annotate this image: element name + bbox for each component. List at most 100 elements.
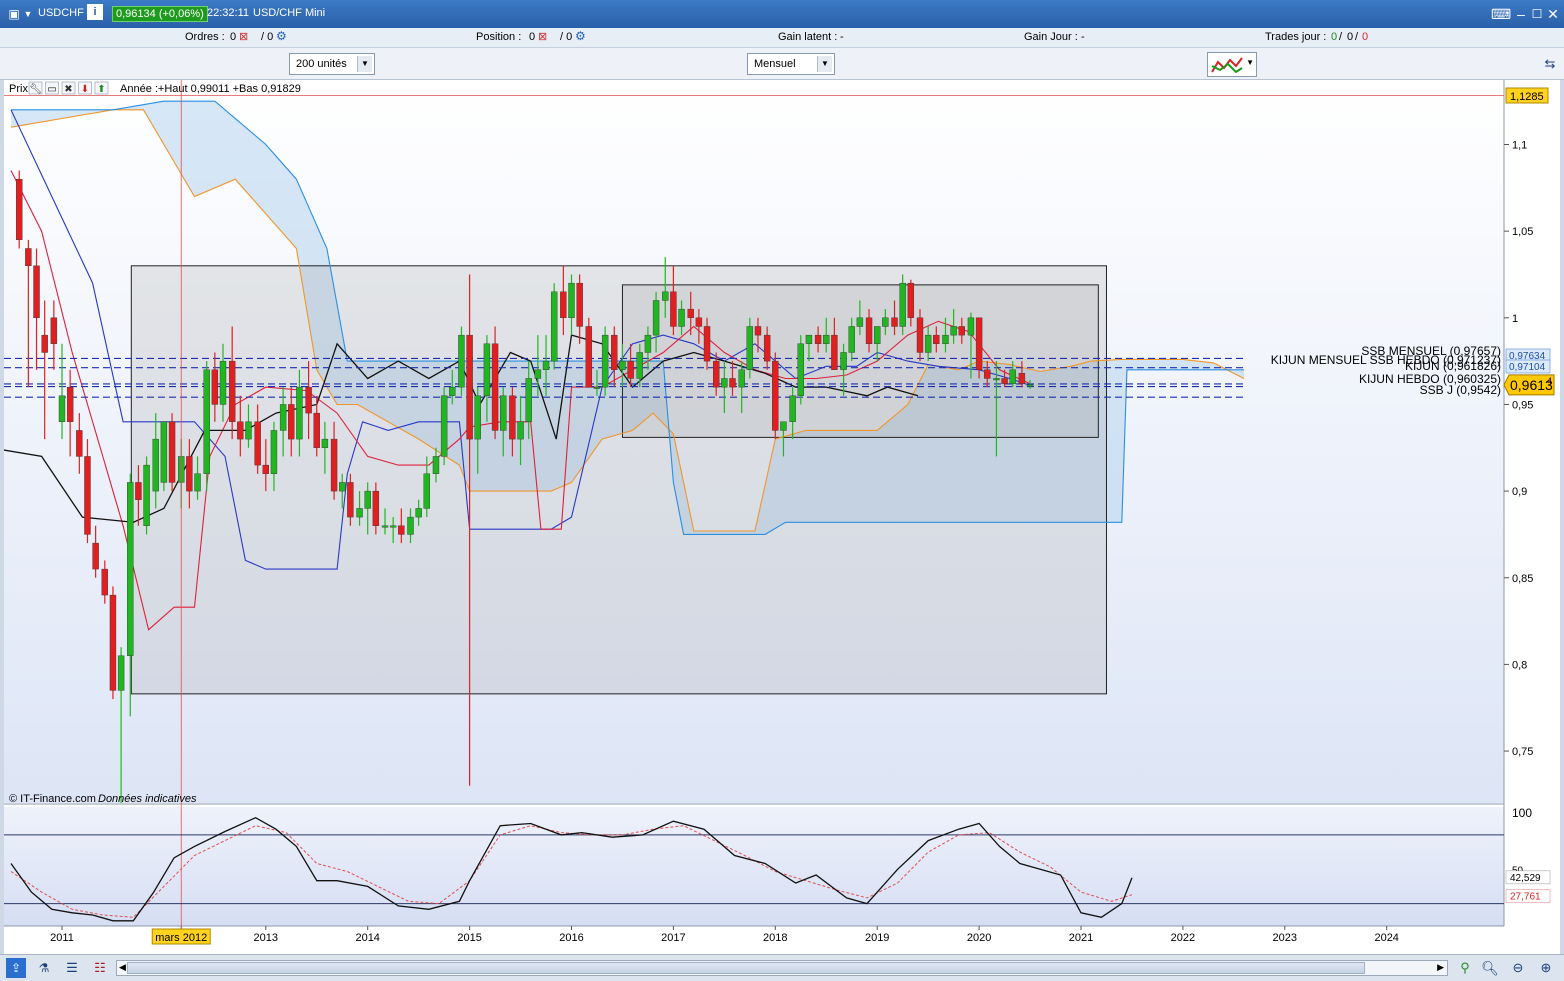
zoom-select-icon[interactable]: 🔍︎ [1480, 958, 1500, 978]
price-tick-label: 1,05 [1512, 226, 1533, 238]
candle-body [16, 178, 23, 241]
candle-body [534, 369, 542, 379]
window-icon: ▭ [47, 84, 56, 95]
candle-body [270, 430, 278, 474]
candle-body [296, 386, 303, 440]
share-icon[interactable]: ⇪ [6, 958, 26, 978]
candle-body [754, 326, 762, 336]
candle-body [712, 360, 720, 388]
candle-body [975, 317, 983, 370]
orders-label: Ordres : [185, 31, 225, 43]
price-tick-label: 0,95 [1512, 399, 1533, 411]
time-tick-label: 2017 [661, 932, 685, 944]
period-select[interactable]: Mensuel ▼ [747, 53, 835, 75]
candle-body [466, 334, 473, 440]
zoom-fit-icon[interactable]: ⚲ [1455, 958, 1475, 978]
candle-body [372, 490, 380, 526]
indicator-icon[interactable]: ⚗ [34, 958, 54, 978]
candle-body [168, 421, 176, 483]
candle-body [840, 352, 847, 370]
scroll-right-icon[interactable]: ▶ [1437, 962, 1444, 973]
candle-body [423, 473, 431, 509]
oscillator-panel-bg [4, 807, 1504, 926]
zoom-in-icon[interactable]: ⊕ [1536, 958, 1556, 978]
candle-body [636, 352, 643, 379]
chart-legend: Année :+Haut 0,99011 +Bas 0,91829 [120, 83, 301, 95]
candle-body [432, 456, 440, 474]
candle-body [1001, 378, 1008, 384]
candle-body [389, 525, 397, 528]
horizontal-scrollbar[interactable]: ◀ ▶ [116, 960, 1448, 976]
dropdown-arrow-icon[interactable]: ▼ [18, 4, 38, 24]
candle-body [109, 594, 117, 691]
chart-area[interactable]: SSB MENSUEL (0,97657) KIJUN MENSUEL SSB H… [4, 80, 1560, 954]
position-cancel-icon[interactable]: ⊠ [538, 30, 547, 43]
candle-body [958, 326, 965, 336]
gain-latent-value: - [840, 31, 844, 43]
osc-value-main: 42,529 [1510, 873, 1541, 884]
zoom-out-icon[interactable]: ⊖ [1508, 958, 1528, 978]
candle-body [560, 291, 567, 318]
candle-body [652, 300, 660, 336]
time-label: 22:32:11 [207, 7, 250, 19]
candle-body [967, 317, 975, 336]
list-icon[interactable]: ☰ [62, 958, 82, 978]
candle-body [474, 395, 481, 440]
candle-body [780, 421, 787, 431]
quantity-select[interactable]: 200 unités ▼ [289, 53, 375, 75]
candle-body [305, 386, 312, 414]
candle-body [211, 369, 219, 405]
candle-body [644, 334, 652, 353]
instrument-label: USD/CHF Mini [253, 7, 326, 19]
time-tick-label: 2024 [1374, 932, 1398, 944]
candle-body [729, 378, 736, 388]
period-select-value: Mensuel [754, 58, 796, 70]
price-tick-label: 1 [1512, 313, 1518, 325]
info-icon[interactable]: i [87, 4, 103, 20]
scrollbar-thumb[interactable] [127, 962, 1365, 974]
candle-body [245, 421, 252, 440]
price-tick-label: 1,1 [1512, 140, 1527, 152]
candle-body [542, 360, 550, 370]
candle-body [203, 369, 210, 474]
symbol-label: USDCHF [38, 7, 84, 19]
position-settings-icon[interactable]: ⚙ [575, 29, 586, 43]
orders-list-icon[interactable]: ☷ [90, 958, 110, 978]
candle-body [525, 378, 532, 422]
side-panel-toggle-icon[interactable]: ⇆ [1540, 54, 1560, 74]
keyboard-icon[interactable]: ⌨ [1491, 4, 1511, 24]
price-chart[interactable]: SSB MENSUEL (0,97657)KIJUN MENSUEL SSB H… [4, 80, 1560, 954]
scroll-left-icon[interactable]: ◀ [119, 962, 126, 973]
chevron-down-icon[interactable]: ▼ [1246, 58, 1254, 67]
candle-body [874, 326, 881, 344]
candle-body [117, 655, 125, 691]
chart-style-button[interactable]: ▼ [1207, 52, 1257, 77]
time-tick-label: 2022 [1171, 932, 1195, 944]
close-icon[interactable]: ✕ [1543, 4, 1563, 24]
orders-cancel-icon[interactable]: ⊠ [239, 30, 248, 43]
candle-body [58, 395, 66, 422]
high-price-label: 1,1285 [1510, 91, 1544, 103]
candle-body [356, 508, 363, 518]
level-tag-label: 0,97104 [1509, 362, 1546, 373]
candle-body [407, 516, 414, 535]
candle-body [695, 317, 703, 327]
candle-body [135, 482, 142, 500]
chevron-down-icon[interactable]: ▼ [817, 56, 832, 72]
candle-body [364, 490, 371, 509]
trades-jour-label: Trades jour : [1265, 31, 1327, 43]
position-total: / 0 [560, 31, 573, 43]
orders-settings-icon[interactable]: ⚙ [276, 29, 287, 43]
candle-body [907, 282, 915, 318]
candle-body [440, 395, 448, 457]
chevron-down-icon[interactable]: ▼ [357, 56, 372, 72]
candle-body [194, 473, 201, 492]
candle-body [92, 542, 99, 570]
candle-body [84, 456, 91, 535]
time-tick-label: mars 2012 [155, 932, 207, 944]
trades-jour-a: 0 [1331, 31, 1338, 43]
time-tick-label: 2015 [457, 932, 481, 944]
candle-body [228, 360, 236, 422]
candle-body [550, 291, 558, 362]
candle-body [483, 343, 491, 396]
